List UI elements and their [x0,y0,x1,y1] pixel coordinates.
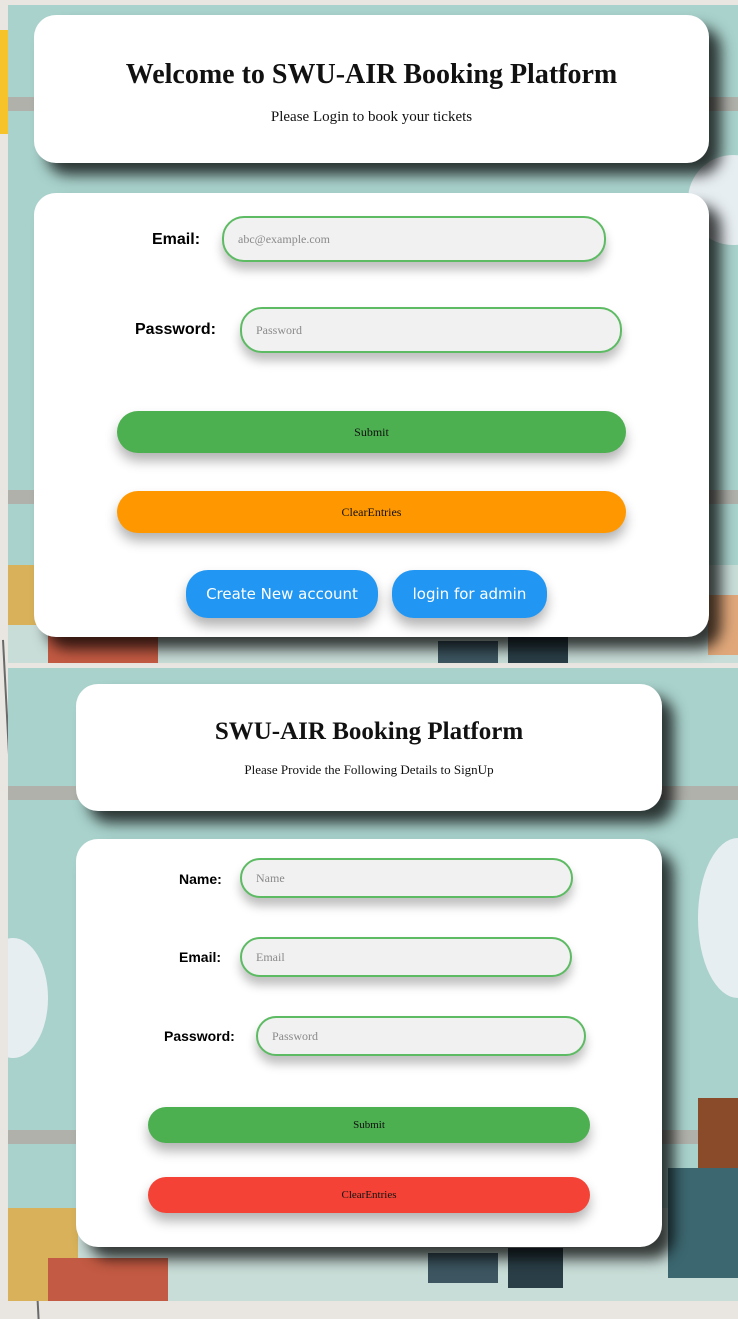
decorative-tab [0,30,8,134]
admin-login-button[interactable]: login for admin [392,570,547,618]
clear-entries-button[interactable]: ClearEntries [148,1177,590,1213]
submit-button[interactable]: Submit [148,1107,590,1143]
name-input[interactable] [240,858,573,898]
email-input[interactable] [222,216,606,262]
signup-header-card: SWU-AIR Booking Platform Please Provide … [76,684,662,811]
email-label: Email: [152,231,201,248]
login-form-card: Email: Password: Submit ClearEntries Cre… [34,193,709,637]
login-header-card: Welcome to SWU-AIR Booking Platform Plea… [34,15,709,163]
submit-button[interactable]: Submit [117,411,626,453]
password-label: Password: [164,1028,235,1044]
password-label: Password: [135,321,216,338]
email-label: Email: [179,949,222,965]
signup-page-subtitle: Please Provide the Following Details to … [244,762,494,777]
password-input[interactable] [240,307,622,353]
signup-form-card: Name: Email: Password: Submit ClearEntri… [76,839,662,1247]
name-label: Name: [179,871,222,887]
password-input[interactable] [256,1016,586,1056]
create-account-button[interactable]: Create New account [186,570,378,618]
login-page-subtitle: Please Login to book your tickets [270,109,473,125]
email-input[interactable] [240,937,572,977]
clear-entries-button[interactable]: ClearEntries [117,491,626,533]
login-page-title: Welcome to SWU-AIR Booking Platform [125,59,618,90]
signup-page-title: SWU-AIR Booking Platform [214,718,524,745]
